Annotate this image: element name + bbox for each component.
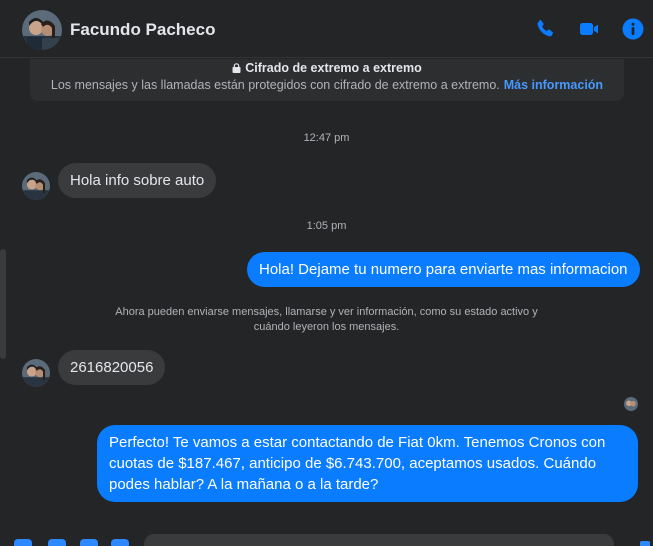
- timestamp: 12:47 pm: [303, 132, 350, 144]
- image-icon[interactable]: [48, 539, 66, 546]
- messenger-chat-window: Facundo Pacheco Cifrado de extremo a ext…: [0, 0, 653, 546]
- message-composer: [0, 533, 653, 546]
- seen-indicator-avatar: [624, 397, 638, 411]
- incoming-message[interactable]: Hola info sobre auto: [58, 163, 217, 198]
- sender-avatar[interactable]: [22, 172, 50, 200]
- timestamp: 1:05 pm: [306, 220, 347, 232]
- message-thread[interactable]: Cifrado de extremo a extremo Los mensaje…: [0, 59, 653, 533]
- message-input[interactable]: [144, 534, 614, 546]
- system-note: Ahora pueden enviarse mensajes, llamarse…: [115, 306, 538, 333]
- contact-name[interactable]: Facundo Pacheco: [70, 20, 215, 40]
- gif-icon[interactable]: [111, 539, 129, 546]
- more-info-link[interactable]: Más información: [504, 78, 603, 92]
- scrollbar[interactable]: [0, 249, 6, 359]
- video-camera-icon[interactable]: [577, 17, 601, 41]
- sender-avatar[interactable]: [22, 359, 50, 387]
- incoming-message[interactable]: 2616820056: [58, 350, 166, 385]
- phone-icon[interactable]: [533, 17, 557, 41]
- info-icon[interactable]: [621, 17, 645, 41]
- plus-icon[interactable]: [14, 539, 32, 546]
- sticker-icon[interactable]: [80, 539, 98, 546]
- like-icon[interactable]: [640, 541, 650, 546]
- outgoing-message[interactable]: Perfecto! Te vamos a estar contactando d…: [97, 425, 638, 502]
- encryption-text: Los mensajes y las llamadas están proteg…: [50, 78, 500, 92]
- lock-icon: [232, 63, 241, 73]
- encryption-banner: Cifrado de extremo a extremo Los mensaje…: [30, 59, 624, 101]
- encryption-title: Cifrado de extremo a extremo: [245, 61, 422, 75]
- outgoing-message[interactable]: Hola! Dejame tu numero para enviarte mas…: [247, 252, 640, 287]
- contact-avatar[interactable]: [22, 10, 62, 50]
- chat-header: Facundo Pacheco: [0, 0, 653, 58]
